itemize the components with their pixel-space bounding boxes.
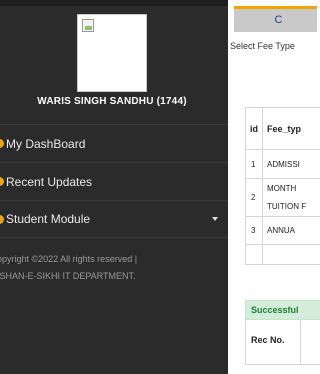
cell-fee-type: MONTH TUITION F <box>262 178 320 217</box>
cell-fee-type: ADMISSI <box>262 149 320 179</box>
page-title: C <box>234 6 317 32</box>
table-row[interactable]: 1 ADMISSI <box>245 149 320 179</box>
sidebar-top-strip <box>0 0 228 6</box>
dashboard-icon <box>0 139 4 148</box>
cell-fee-type <box>262 244 320 265</box>
sidebar-item-label: My DashBoard <box>6 136 86 151</box>
cell-fee-type: ANNUA <box>262 216 320 245</box>
select-fee-type-label: Select Fee Type <box>230 41 295 51</box>
cell-id: 1 <box>245 149 263 179</box>
fee-table: id Fee_typ 1 ADMISSI 2 MONTH TUITION F 3… <box>245 107 320 265</box>
successful-payments-table: Successful Rec No. <box>245 300 320 365</box>
column-header-id: id <box>245 107 263 150</box>
sidebar-item-recent-updates[interactable]: Recent Updates <box>0 162 228 200</box>
sidebar-item-label: Recent Updates <box>6 174 93 189</box>
profile-name: WARIS SINGH SANDHU (1744) <box>37 96 187 107</box>
fee-type-line: MONTH <box>267 183 297 193</box>
cell-id: 3 <box>245 216 263 245</box>
sidebar-footer: opyright ©2022 All rights reserved | ISH… <box>0 251 224 285</box>
broken-image-icon <box>82 19 94 32</box>
table-row[interactable]: 2 MONTH TUITION F <box>245 178 320 217</box>
sidebar: WARIS SINGH SANDHU (1744) My DashBoard R… <box>0 0 228 374</box>
student-icon <box>0 214 4 224</box>
copyright-text: opyright ©2022 All rights reserved | <box>0 254 138 264</box>
profile-image <box>77 14 147 92</box>
chevron-down-icon <box>212 217 218 221</box>
sidebar-menu: My DashBoard Recent Updates Student Modu… <box>0 124 228 238</box>
sidebar-item-student-module[interactable]: Student Module <box>0 200 228 238</box>
fee-type-line: TUITION F <box>267 201 307 211</box>
updates-icon <box>0 177 4 186</box>
sidebar-item-dashboard[interactable]: My DashBoard <box>0 124 228 162</box>
column-header-fee-type: Fee_typ <box>262 107 320 150</box>
sidebar-item-label: Student Module <box>6 212 91 226</box>
cell-id <box>245 244 263 265</box>
table-row[interactable] <box>245 244 320 265</box>
successful-header: Successful <box>245 300 320 320</box>
column-header-rec-no: Rec No. <box>251 335 285 345</box>
successful-columns: Rec No. <box>245 320 320 365</box>
table-header-row: id Fee_typ <box>245 107 320 150</box>
table-row[interactable]: 3 ANNUA <box>245 216 320 245</box>
cell-id: 2 <box>245 178 263 217</box>
department-text: ISHAN-E-SIKHI IT DEPARTMENT. <box>0 271 136 281</box>
column-divider <box>300 320 301 365</box>
